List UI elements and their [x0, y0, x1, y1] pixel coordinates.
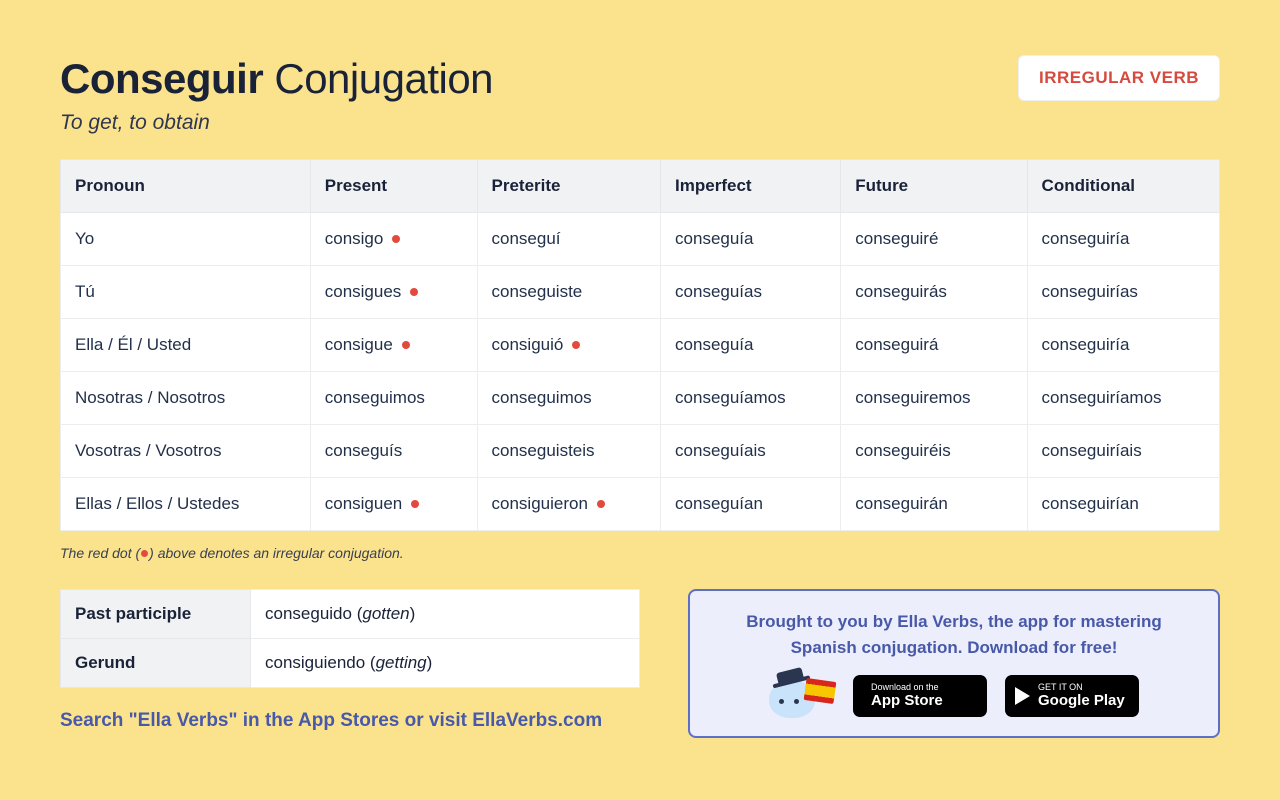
pronoun-cell: Tú: [61, 266, 311, 319]
page-title: Conseguir Conjugation: [60, 55, 493, 103]
conjugation-cell: conseguiremos: [841, 372, 1027, 425]
past-participle-value: conseguido (gotten): [251, 590, 640, 639]
column-header: Imperfect: [661, 160, 841, 213]
red-dot-icon: [392, 235, 400, 243]
gerund-value: consiguiendo (getting): [251, 639, 640, 688]
column-header: Preterite: [477, 160, 661, 213]
conjugation-cell: consiguieron: [477, 478, 661, 531]
conjugation-cell: conseguimos: [310, 372, 477, 425]
red-dot-icon: [410, 288, 418, 296]
legend-text: The red dot () above denotes an irregula…: [60, 545, 1220, 561]
promo-box: Brought to you by Ella Verbs, the app fo…: [688, 589, 1220, 738]
conjugation-cell: conseguían: [661, 478, 841, 531]
conjugation-cell: consigues: [310, 266, 477, 319]
conjugation-table: PronounPresentPreteriteImperfectFutureCo…: [60, 159, 1220, 531]
column-header: Future: [841, 160, 1027, 213]
conjugation-cell: conseguiría: [1027, 213, 1219, 266]
play-icon: [1015, 687, 1030, 705]
red-dot-icon: [572, 341, 580, 349]
red-dot-icon: [402, 341, 410, 349]
conjugation-cell: conseguisteis: [477, 425, 661, 478]
pronoun-cell: Vosotras / Vosotros: [61, 425, 311, 478]
table-row: Nosotras / Nosotrosconseguimos conseguim…: [61, 372, 1220, 425]
forms-table: Past participle conseguido (gotten) Geru…: [60, 589, 640, 688]
conjugation-cell: conseguirías: [1027, 266, 1219, 319]
table-row: Yoconsigo conseguí conseguía conseguiré …: [61, 213, 1220, 266]
conjugation-cell: conseguiríamos: [1027, 372, 1219, 425]
pronoun-cell: Ellas / Ellos / Ustedes: [61, 478, 311, 531]
google-play-button[interactable]: GET IT ON Google Play: [1005, 675, 1139, 717]
conjugation-cell: consigue: [310, 319, 477, 372]
title-suffix: Conjugation: [274, 55, 493, 102]
red-dot-icon: [141, 550, 148, 557]
pronoun-cell: Ella / Él / Usted: [61, 319, 311, 372]
conjugation-cell: conseguía: [661, 319, 841, 372]
conjugation-cell: conseguiré: [841, 213, 1027, 266]
search-instruction: Search "Ella Verbs" in the App Stores or…: [60, 710, 640, 732]
table-row: Ellas / Ellos / Ustedesconsiguen consigu…: [61, 478, 1220, 531]
past-participle-label: Past participle: [61, 590, 251, 639]
conjugation-cell: consiguen: [310, 478, 477, 531]
table-row: Túconsigues conseguiste conseguías conse…: [61, 266, 1220, 319]
conjugation-cell: conseguirían: [1027, 478, 1219, 531]
conjugation-cell: conseguiría: [1027, 319, 1219, 372]
gerund-label: Gerund: [61, 639, 251, 688]
table-row: Vosotras / Vosotrosconseguís conseguiste…: [61, 425, 1220, 478]
pronoun-cell: Nosotras / Nosotros: [61, 372, 311, 425]
column-header: Conditional: [1027, 160, 1219, 213]
app-store-button[interactable]: Download on the App Store: [853, 675, 987, 717]
conjugation-cell: conseguías: [661, 266, 841, 319]
column-header: Pronoun: [61, 160, 311, 213]
mascot-icon: [769, 674, 835, 718]
conjugation-cell: conseguí: [477, 213, 661, 266]
conjugation-cell: conseguimos: [477, 372, 661, 425]
column-header: Present: [310, 160, 477, 213]
red-dot-icon: [597, 500, 605, 508]
conjugation-cell: conseguiste: [477, 266, 661, 319]
irregular-badge: IRREGULAR VERB: [1018, 55, 1220, 101]
conjugation-cell: consiguió: [477, 319, 661, 372]
conjugation-cell: conseguirá: [841, 319, 1027, 372]
conjugation-cell: conseguirás: [841, 266, 1027, 319]
verb-meaning: To get, to obtain: [60, 111, 1220, 135]
pronoun-cell: Yo: [61, 213, 311, 266]
conjugation-cell: conseguís: [310, 425, 477, 478]
conjugation-cell: conseguiríais: [1027, 425, 1219, 478]
table-row: Ella / Él / Ustedconsigue consiguió cons…: [61, 319, 1220, 372]
promo-text: Brought to you by Ella Verbs, the app fo…: [714, 609, 1194, 660]
conjugation-cell: conseguirán: [841, 478, 1027, 531]
conjugation-cell: conseguíamos: [661, 372, 841, 425]
conjugation-cell: conseguía: [661, 213, 841, 266]
red-dot-icon: [411, 500, 419, 508]
conjugation-cell: conseguíais: [661, 425, 841, 478]
conjugation-cell: consigo: [310, 213, 477, 266]
verb-name: Conseguir: [60, 55, 263, 102]
conjugation-cell: conseguiréis: [841, 425, 1027, 478]
